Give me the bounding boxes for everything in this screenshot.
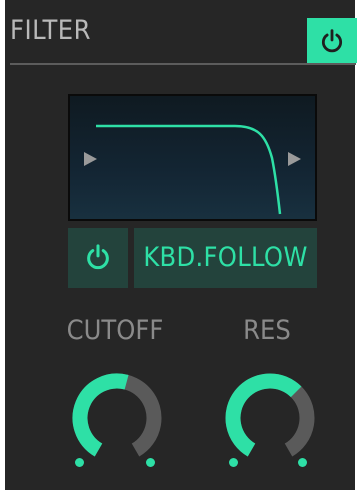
kbd-follow-power-button[interactable] bbox=[68, 228, 128, 288]
power-icon bbox=[321, 29, 343, 53]
res-knob[interactable] bbox=[220, 368, 320, 468]
res-knob-dial bbox=[225, 373, 315, 457]
cutoff-knob[interactable] bbox=[67, 368, 167, 468]
cutoff-max-dot bbox=[146, 458, 155, 467]
res-max-dot bbox=[298, 458, 307, 467]
kbd-follow-button[interactable]: KBD.FOLLOW bbox=[134, 228, 317, 288]
res-label: RES bbox=[243, 315, 291, 346]
section-title: FILTER bbox=[10, 15, 91, 46]
knob-center bbox=[88, 389, 146, 447]
res-min-dot bbox=[229, 458, 238, 467]
power-icon bbox=[87, 244, 109, 270]
knob-center bbox=[241, 389, 299, 447]
cutoff-label: CUTOFF bbox=[66, 315, 164, 346]
title-divider bbox=[10, 63, 356, 65]
filter-curve-graph bbox=[96, 124, 282, 215]
cutoff-min-dot bbox=[75, 458, 84, 467]
filter-response-curve bbox=[96, 124, 282, 215]
filter-power-button[interactable] bbox=[307, 18, 357, 63]
cutoff-knob-dial bbox=[72, 373, 162, 457]
filter-curve-display[interactable] bbox=[68, 94, 317, 221]
